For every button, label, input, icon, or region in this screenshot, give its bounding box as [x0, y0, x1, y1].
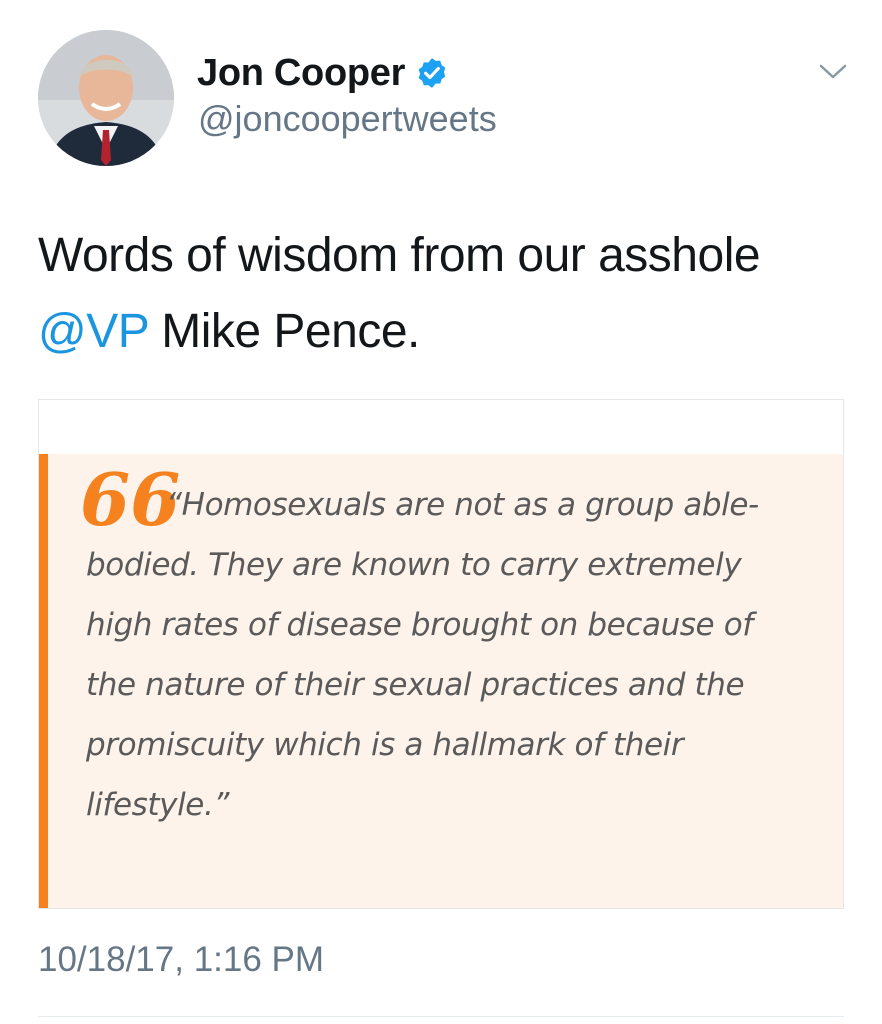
quote-text: “Homosexuals are not as a group able-bod… [86, 487, 759, 823]
mention-link[interactable]: @VP [38, 305, 149, 358]
verified-badge-icon [415, 56, 449, 90]
chevron-down-icon[interactable] [818, 62, 848, 82]
display-name[interactable]: Jon Cooper [197, 52, 405, 95]
avatar-image [38, 30, 174, 166]
tweet-media-image[interactable]: 66 “Homosexuals are not as a group able-… [38, 399, 844, 909]
tweet-text-part2: Mike Pence. [148, 305, 420, 358]
tweet-card: Jon Cooper @joncoopertweets Words of wis… [0, 0, 882, 1024]
tweet-text: Words of wisdom from our asshole @VP Mik… [38, 218, 858, 370]
user-name-row: Jon Cooper [197, 48, 449, 98]
user-handle[interactable]: @joncoopertweets [198, 98, 497, 140]
avatar[interactable] [38, 30, 174, 166]
divider [38, 1016, 844, 1017]
tweet-text-part1: Words of wisdom from our asshole [38, 229, 761, 282]
tweet-timestamp[interactable]: 10/18/17, 1:16 PM [38, 940, 324, 980]
quote-block: 66 “Homosexuals are not as a group able-… [39, 454, 843, 908]
